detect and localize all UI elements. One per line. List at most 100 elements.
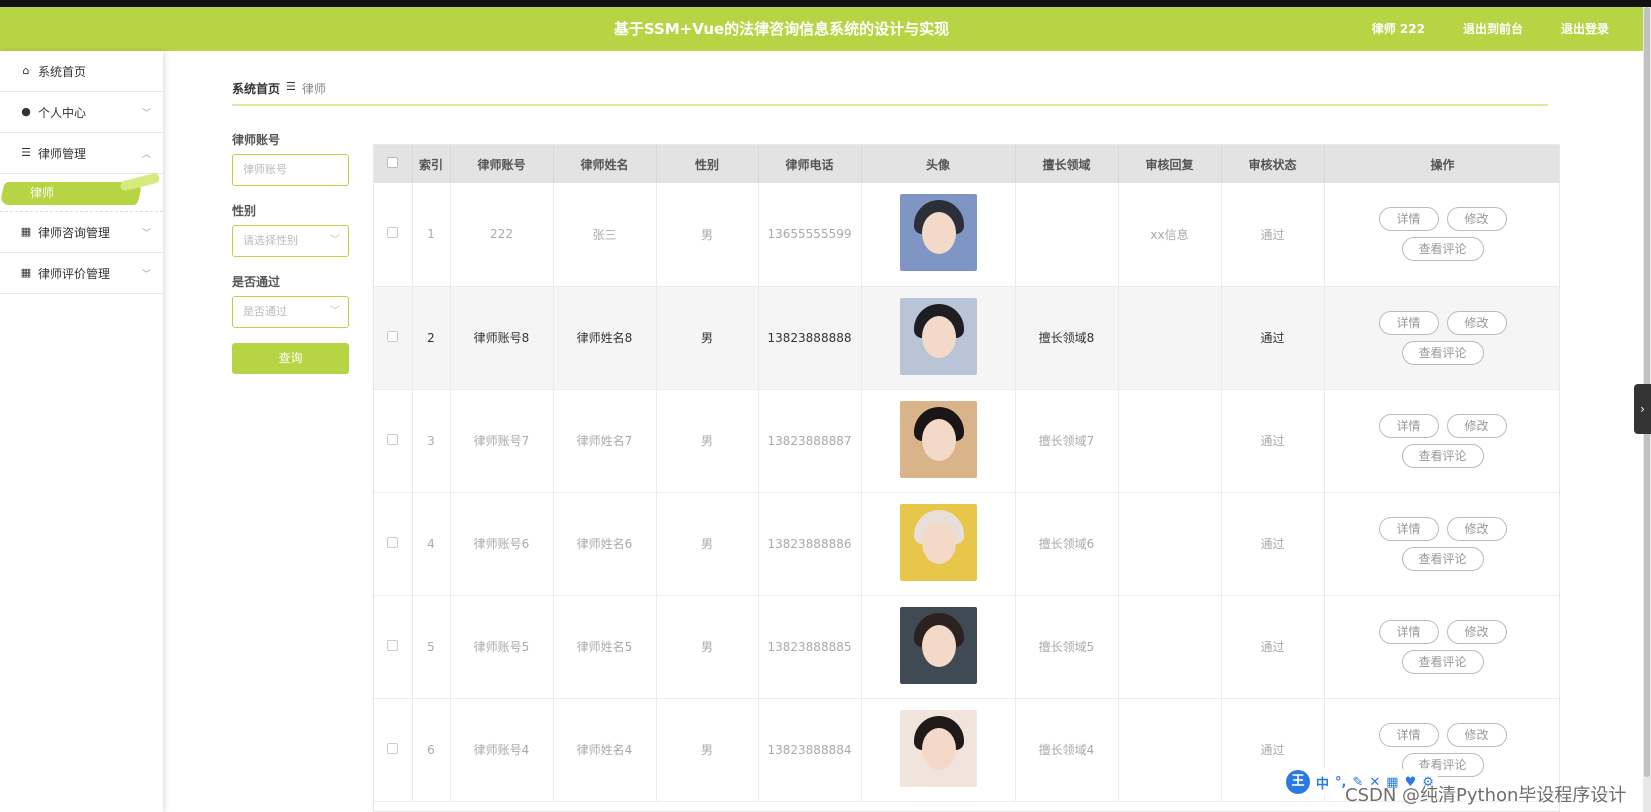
col-ops: 操作 (1324, 145, 1559, 183)
cell-status: 通过 (1221, 595, 1325, 699)
avatar[interactable] (899, 297, 977, 375)
sidebar-item-review-manage[interactable]: ▦ 律师评价管理 ﹀ (0, 253, 163, 294)
cell-name: 律师姓名8 (553, 286, 657, 390)
sidebar-item-lawyer-manage[interactable]: ☰ 律师管理 ︿ (0, 133, 163, 174)
cell-phone: 13823888887 (758, 389, 862, 493)
detail-button[interactable]: 详情 (1378, 722, 1439, 747)
row-select-cell (374, 595, 413, 699)
cell-field: 擅长领域5 (1015, 595, 1119, 699)
cell-avatar (861, 183, 1016, 287)
breadcrumb: 系统首页 ☰ 律师 (232, 80, 1548, 106)
row-actions-top: 详情 修改 (1378, 413, 1507, 438)
edit-button[interactable]: 修改 (1446, 207, 1507, 232)
breadcrumb-home[interactable]: 系统首页 (232, 80, 280, 97)
front-link[interactable]: 退出到前台 (1463, 7, 1523, 51)
sidebar-item-label: 律师管理 (38, 146, 87, 161)
breadcrumb-current: 律师 (301, 82, 326, 96)
ime-mode[interactable]: 中 (1316, 773, 1329, 792)
cell-status: 通过 (1221, 492, 1325, 596)
avatar[interactable] (899, 194, 977, 272)
edit-button[interactable]: 修改 (1446, 619, 1507, 644)
detail-button[interactable]: 详情 (1378, 310, 1439, 335)
cell-gender: 男 (656, 286, 759, 390)
pass-select[interactable]: 是否通过 ﹀ (232, 296, 349, 328)
row-actions: 详情 修改查看评论 (1325, 516, 1560, 571)
cell-account: 律师账号8 (450, 286, 554, 390)
select-all-checkbox[interactable] (387, 157, 399, 168)
lawyer-table: 索引 律师账号 律师姓名 性别 律师电话 头像 擅长领域 审核回复 审核状态 操… (373, 144, 1560, 812)
edit-button[interactable]: 修改 (1446, 516, 1507, 541)
row-checkbox[interactable] (387, 227, 399, 239)
row-checkbox[interactable] (387, 330, 399, 342)
filter-panel: 律师账号 律师账号 性别 请选择性别 ﹀ 是否通过 是否通过 ﹀ 查询 (232, 130, 350, 374)
table-row: 1 222 张三男 13655555599 xx信息 通过 详情 修改 查看评论 (374, 183, 1559, 287)
account-label: 律师账号 (232, 133, 281, 147)
table-row: 5 律师账号5 律师姓名5 男 13823888885 擅长领域5 通过 详情 修改 查看评论 (374, 595, 1560, 699)
cell-account: 律师账号5 (450, 595, 554, 699)
cell-reply (1118, 286, 1222, 390)
avatar[interactable] (899, 709, 977, 787)
cell-index: 1 (412, 183, 451, 287)
view-comments-button[interactable]: 查看评论 (1401, 546, 1484, 571)
row-select-cell (374, 698, 413, 802)
cell-reply: xx信息 (1118, 183, 1222, 287)
user-icon: ● (21, 105, 31, 118)
account-input[interactable]: 律师账号 (232, 154, 349, 186)
table-row: 4 律师账号6 律师姓名6 男 13823888886 擅长领域6 通过 详情 修改 查看评论 (374, 492, 1560, 596)
detail-button[interactable]: 详情 (1378, 619, 1439, 644)
avatar-face (921, 624, 956, 667)
cell-phone: 13823888886 (758, 492, 862, 596)
gender-select[interactable]: 请选择性别 ﹀ (232, 225, 349, 257)
side-expand-tab[interactable]: › (1634, 384, 1651, 434)
sidebar-item-label: 个人中心 (38, 105, 87, 120)
cell-ops: 详情 修改查看评论 (1324, 492, 1560, 596)
detail-button[interactable]: 详情 (1378, 207, 1439, 232)
home-icon: ⌂ (22, 64, 30, 77)
cell-index: 3 (412, 389, 451, 493)
avatar[interactable] (899, 400, 977, 478)
sidebar-subitem-lawyer[interactable]: 律师 (0, 172, 163, 212)
edit-button[interactable]: 修改 (1446, 310, 1507, 335)
view-comments-button[interactable]: 查看评论 (1401, 237, 1484, 262)
ime-logo-icon[interactable]: 王 (1286, 770, 1310, 794)
cell-status: 通过 (1221, 389, 1325, 493)
cell-name: 张三 (553, 183, 657, 287)
cell-index: 2 (412, 286, 451, 390)
avatar[interactable] (899, 503, 977, 581)
avatar[interactable] (899, 606, 977, 684)
row-actions: 详情 修改查看评论 (1325, 619, 1560, 674)
header: 基于SSM+Vue的法律咨询信息系统的设计与实现 律师 222 退出到前台 退出… (0, 7, 1643, 51)
sidebar-item-personal[interactable]: ● 个人中心 ﹀ (0, 92, 163, 133)
cell-status: 通过 (1221, 286, 1325, 390)
cell-ops: 详情 修改查看评论 (1324, 389, 1559, 493)
col-gender: 性别 (656, 145, 759, 183)
list-icon: ☰ (21, 146, 31, 159)
col-index: 索引 (412, 145, 451, 183)
logout-link[interactable]: 退出登录 (1561, 7, 1609, 51)
view-comments-button[interactable]: 查看评论 (1401, 340, 1484, 365)
view-comments-button[interactable]: 查看评论 (1401, 649, 1484, 674)
query-button[interactable]: 查询 (232, 343, 349, 374)
sidebar-item-home[interactable]: ⌂ 系统首页 (0, 51, 163, 92)
edit-button[interactable]: 修改 (1446, 722, 1507, 747)
cell-gender: 男 (656, 698, 759, 802)
row-checkbox[interactable] (387, 433, 399, 445)
cell-field: 擅长领域4 (1015, 698, 1119, 802)
cell-phone: 13823888888 (758, 286, 862, 390)
chevron-down-icon: ﹀ (141, 270, 151, 280)
view-comments-button[interactable]: 查看评论 (1401, 443, 1484, 468)
cell-phone: 13655555599 (758, 183, 862, 287)
edit-button[interactable]: 修改 (1446, 413, 1507, 438)
row-checkbox[interactable] (387, 639, 399, 651)
cell-avatar (861, 389, 1016, 493)
cell-account: 律师账号7 (450, 389, 554, 493)
cell-name: 律师姓名7 (553, 389, 657, 493)
detail-button[interactable]: 详情 (1378, 413, 1439, 438)
detail-button[interactable]: 详情 (1378, 516, 1439, 541)
row-checkbox[interactable] (387, 742, 399, 754)
cell-reply (1118, 698, 1222, 802)
sidebar-item-consult-manage[interactable]: ▦ 律师咨询管理 ﹀ (0, 212, 163, 253)
row-checkbox[interactable] (387, 536, 399, 548)
sidebar-item-label: 律师评价管理 (38, 266, 111, 281)
row-select-cell (374, 286, 413, 390)
